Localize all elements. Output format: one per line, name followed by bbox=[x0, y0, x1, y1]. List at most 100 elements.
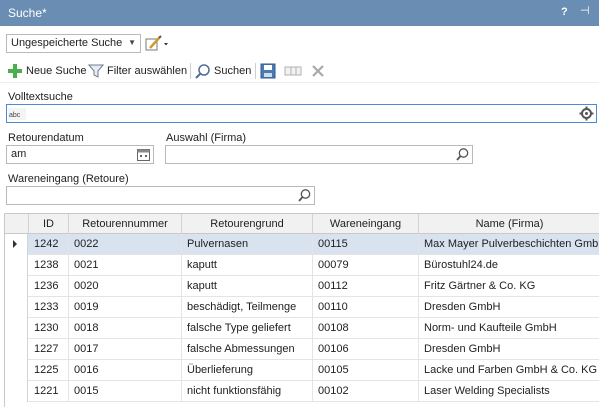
row-indicator bbox=[5, 297, 28, 318]
action-toolbar: Neue Suche Filter auswählen Suchen bbox=[0, 59, 599, 83]
cell-company-name: Dresden GmbH bbox=[424, 301, 501, 313]
settings-gear-icon[interactable] bbox=[579, 106, 594, 121]
cell-goods-receipt: 00079 bbox=[313, 255, 419, 276]
save-button[interactable] bbox=[260, 61, 276, 81]
new-search-label: Neue Suche bbox=[26, 65, 87, 77]
toolbar-divider bbox=[255, 63, 256, 79]
pencil-icon bbox=[145, 35, 168, 51]
saved-search-dropdown[interactable]: Ungespeicherte Suche ▼ bbox=[6, 34, 141, 53]
search-icon bbox=[195, 64, 210, 79]
row-indicator bbox=[5, 381, 28, 402]
column-header-goods-receipt[interactable]: Wareneingang bbox=[313, 214, 419, 234]
table-row[interactable]: 1233 0019 beschädigt, Teilmenge 00110 Dr… bbox=[5, 297, 599, 318]
cell-goods-receipt: 00106 bbox=[313, 339, 419, 360]
cell-return-number: 0022 bbox=[69, 234, 182, 255]
delete-button[interactable] bbox=[311, 61, 325, 81]
cell-return-number: 0019 bbox=[69, 297, 182, 318]
search-label: Suchen bbox=[214, 65, 252, 77]
cell-company-name: Lacke und Farben GmbH & Co. KG bbox=[424, 364, 598, 376]
table-row[interactable]: 1236 0020 kaputt 00112 Fritz Gärtner & C… bbox=[5, 276, 599, 297]
goods-receipt-input[interactable] bbox=[6, 186, 315, 205]
row-indicator bbox=[5, 255, 28, 276]
column-header-return-number[interactable]: Retourennummer bbox=[69, 214, 182, 234]
cell-company-name: Norm- und Kaufteile GmbH bbox=[424, 322, 557, 334]
row-indicator bbox=[5, 234, 28, 255]
search-button[interactable]: Suchen bbox=[195, 61, 251, 81]
close-icon bbox=[312, 65, 324, 77]
filter-label: Filter auswählen bbox=[107, 65, 188, 77]
pin-icon[interactable]: ⊣ bbox=[580, 4, 590, 17]
row-indicator bbox=[5, 360, 28, 381]
delete-column-icon bbox=[284, 66, 302, 76]
cell-id: 1236 bbox=[29, 276, 69, 297]
return-date-value: am bbox=[11, 148, 27, 160]
company-label: Auswahl (Firma) bbox=[166, 132, 247, 144]
cell-company-name: Fritz Gärtner & Co. KG bbox=[424, 280, 536, 292]
remove-column-button[interactable] bbox=[284, 61, 302, 81]
cell-id: 1230 bbox=[29, 318, 69, 339]
cell-id: 1242 bbox=[29, 234, 69, 255]
table-row[interactable]: 1238 0021 kaputt 00079 Bürostuhl24.de bbox=[5, 255, 599, 276]
save-icon bbox=[260, 63, 276, 79]
row-indicator bbox=[5, 276, 28, 297]
current-row-arrow-icon bbox=[13, 240, 17, 248]
return-date-input[interactable]: am bbox=[6, 145, 154, 164]
cell-id: 1225 bbox=[29, 360, 69, 381]
calendar-icon[interactable] bbox=[136, 147, 151, 162]
cell-goods-receipt: 00102 bbox=[313, 381, 419, 402]
abc-prefix: abc bbox=[9, 112, 21, 119]
spellcheck-abc-icon: abc bbox=[8, 108, 26, 120]
fulltext-search-input[interactable]: abc bbox=[6, 104, 597, 123]
table-row[interactable]: 1225 0016 Überlieferung 00105 Lacke und … bbox=[5, 360, 599, 381]
cell-company-name: Bürostuhl24.de bbox=[424, 259, 498, 271]
panel-titlebar: Suche* ? ⊣ bbox=[0, 0, 599, 26]
cell-goods-receipt: 00110 bbox=[313, 297, 419, 318]
cell-id: 1233 bbox=[29, 297, 69, 318]
row-indicator bbox=[5, 318, 28, 339]
plus-icon bbox=[8, 64, 22, 78]
cell-goods-receipt: 00112 bbox=[313, 276, 419, 297]
cell-id: 1238 bbox=[29, 255, 69, 276]
cell-company-name: Dresden GmbH bbox=[424, 343, 501, 355]
column-header-id[interactable]: ID bbox=[29, 214, 69, 234]
cell-return-reason: nicht funktionsfähig bbox=[182, 381, 313, 402]
return-date-label: Retourendatum bbox=[8, 132, 84, 144]
cell-return-number: 0021 bbox=[69, 255, 182, 276]
cell-return-number: 0020 bbox=[69, 276, 182, 297]
cell-goods-receipt: 00105 bbox=[313, 360, 419, 381]
search-icon[interactable] bbox=[455, 147, 470, 162]
help-button[interactable]: ? bbox=[561, 6, 568, 18]
table-row[interactable]: 1230 0018 falsche Type geliefert 00108 N… bbox=[5, 318, 599, 339]
edit-search-button[interactable] bbox=[144, 34, 170, 53]
cell-return-reason: kaputt bbox=[182, 255, 313, 276]
cell-company-name: Max Mayer Pulverbeschichten GmbH bbox=[424, 238, 599, 250]
column-header-company-name[interactable]: Name (Firma) bbox=[419, 214, 599, 234]
panel-title: Suche* bbox=[8, 6, 47, 20]
chevron-down-icon: ▼ bbox=[128, 38, 136, 47]
filter-button[interactable]: Filter auswählen bbox=[88, 61, 187, 81]
search-icon[interactable] bbox=[297, 188, 312, 203]
cell-id: 1227 bbox=[29, 339, 69, 360]
cell-return-reason: falsche Type geliefert bbox=[182, 318, 313, 339]
row-indicator bbox=[5, 339, 28, 360]
cell-return-number: 0015 bbox=[69, 381, 182, 402]
row-indicator-header bbox=[5, 214, 29, 234]
filter-icon bbox=[88, 64, 104, 78]
saved-search-toolbar: Ungespeicherte Suche ▼ bbox=[0, 30, 599, 56]
cell-return-number: 0016 bbox=[69, 360, 182, 381]
cell-return-number: 0017 bbox=[69, 339, 182, 360]
column-header-return-reason[interactable]: Retourengrund bbox=[182, 214, 313, 234]
company-select-input[interactable] bbox=[165, 145, 473, 164]
table-row[interactable]: 1227 0017 falsche Abmessungen 00106 Dres… bbox=[5, 339, 599, 360]
table-row[interactable]: 1221 0015 nicht funktionsfähig 00102 Las… bbox=[5, 381, 599, 402]
cell-id: 1221 bbox=[29, 381, 69, 402]
new-search-button[interactable]: Neue Suche bbox=[7, 61, 87, 81]
cell-return-reason: beschädigt, Teilmenge bbox=[182, 297, 313, 318]
cell-return-reason: falsche Abmessungen bbox=[182, 339, 313, 360]
cell-return-reason: Pulvernasen bbox=[182, 234, 313, 255]
cell-return-reason: Überlieferung bbox=[182, 360, 313, 381]
toolbar-divider bbox=[190, 63, 191, 79]
table-row[interactable]: 1242 0022 Pulvernasen 00115 Max Mayer Pu… bbox=[5, 234, 599, 255]
grid-header: ID Retourennummer Retourengrund Warenein… bbox=[5, 213, 599, 234]
results-grid: ID Retourennummer Retourengrund Warenein… bbox=[4, 213, 599, 407]
